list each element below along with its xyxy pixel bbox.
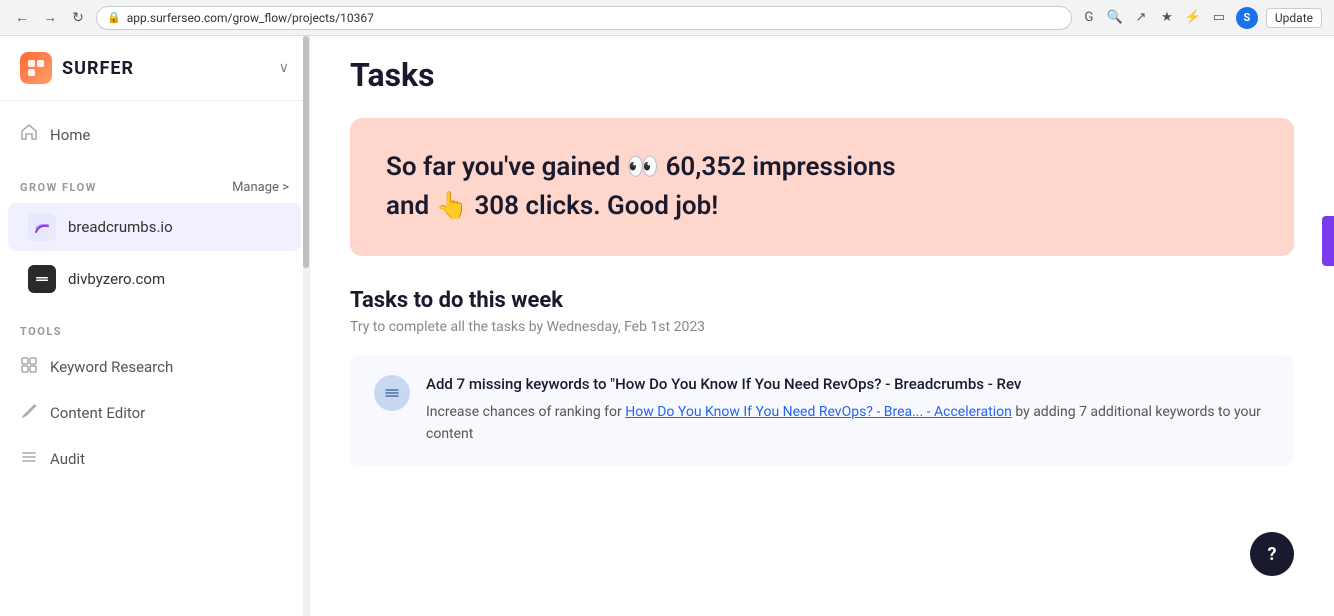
impressions-count: 60,352 impressions <box>666 152 896 182</box>
sidebar-item-keyword-research[interactable]: Keyword Research <box>0 344 309 390</box>
content-editor-label: Content Editor <box>50 404 145 422</box>
sidebar-item-home[interactable]: Home <box>0 113 309 156</box>
extension-icon[interactable]: ⚡ <box>1184 9 1202 27</box>
task-link[interactable]: How Do You Know If You Need RevOps? - Br… <box>625 404 1012 420</box>
sidebar-item-audit[interactable]: Audit <box>0 436 309 482</box>
impressions-text: So far you've gained 👀 60,352 impression… <box>386 148 1258 226</box>
reload-button[interactable]: ↻ <box>68 8 88 28</box>
tasks-subtitle: Try to complete all the tasks by Wednesd… <box>350 319 1294 335</box>
sidebar: SURFER ∨ Home GROW FLOW Manage > <box>0 36 310 616</box>
clicks-count: 308 clicks. Good job! <box>474 191 718 221</box>
tools-section: TOOLS Keyword Research <box>0 305 309 482</box>
impressions-banner: So far you've gained 👀 60,352 impression… <box>350 118 1294 256</box>
back-button[interactable]: ← <box>12 8 32 28</box>
manage-link[interactable]: Manage > <box>232 180 289 195</box>
tasks-section-title: Tasks to do this week <box>350 288 1294 313</box>
home-label: Home <box>50 126 90 144</box>
task-desc-prefix: Increase chances of ranking for <box>426 404 625 420</box>
page-title: Tasks <box>350 56 1294 94</box>
google-icon[interactable]: G <box>1080 9 1098 27</box>
breadcrumbs-avatar <box>28 213 56 241</box>
layout-icon[interactable]: ▭ <box>1210 9 1228 27</box>
grow-flow-item-divbyzero[interactable]: divbyzero.com <box>8 255 301 303</box>
address-bar[interactable]: 🔒 app.surferseo.com/grow_flow/projects/1… <box>96 6 1072 30</box>
breadcrumbs-label: breadcrumbs.io <box>68 218 173 236</box>
impressions-text-part2: and <box>386 191 429 221</box>
hand-emoji: 👆 <box>436 191 468 221</box>
side-action-button[interactable] <box>1322 216 1334 266</box>
task-description: Increase chances of ranking for How Do Y… <box>426 401 1270 446</box>
grow-flow-label: GROW FLOW <box>20 181 97 194</box>
help-button[interactable]: ? <box>1250 532 1294 576</box>
surfer-logo-icon <box>20 52 52 84</box>
forward-button[interactable]: → <box>40 8 60 28</box>
divbyzero-label: divbyzero.com <box>68 270 165 288</box>
bookmark-icon[interactable]: ★ <box>1158 9 1176 27</box>
search-icon[interactable]: 🔍 <box>1106 9 1124 27</box>
impressions-text-part1: So far you've gained <box>386 152 620 182</box>
divbyzero-avatar <box>28 265 56 293</box>
user-avatar[interactable]: S <box>1236 7 1258 29</box>
logo-area: SURFER <box>20 52 134 84</box>
content-editor-icon <box>20 402 38 424</box>
manage-arrow-icon: > <box>282 180 289 195</box>
home-icon <box>20 123 38 146</box>
scrollbar-track <box>303 36 309 616</box>
update-button[interactable]: Update <box>1266 8 1322 28</box>
task-row: Add 7 missing keywords to "How Do You Kn… <box>374 375 1270 446</box>
app-layout: SURFER ∨ Home GROW FLOW Manage > <box>0 36 1334 616</box>
audit-icon <box>20 448 38 470</box>
keyword-research-icon <box>20 356 38 378</box>
tools-section-header: TOOLS <box>0 313 309 344</box>
audit-label: Audit <box>50 450 85 468</box>
lock-icon: 🔒 <box>107 11 121 24</box>
chevron-down-icon[interactable]: ∨ <box>279 60 289 76</box>
url-text: app.surferseo.com/grow_flow/projects/103… <box>127 11 374 25</box>
grow-flow-section-header: GROW FLOW Manage > <box>0 168 309 201</box>
sidebar-header: SURFER ∨ <box>0 36 309 101</box>
sidebar-nav: Home <box>0 101 309 168</box>
main-content: Tasks So far you've gained 👀 60,352 impr… <box>310 36 1334 616</box>
task-icon <box>374 375 410 411</box>
logo-text: SURFER <box>62 58 134 79</box>
tasks-section: Tasks to do this week Try to complete al… <box>350 288 1294 466</box>
share-icon[interactable]: ↗ <box>1132 9 1150 27</box>
sidebar-item-content-editor[interactable]: Content Editor <box>0 390 309 436</box>
tools-label: TOOLS <box>20 325 62 338</box>
grow-flow-item-breadcrumbs[interactable]: breadcrumbs.io <box>8 203 301 251</box>
browser-bar: ← → ↻ 🔒 app.surferseo.com/grow_flow/proj… <box>0 0 1334 36</box>
scrollbar-thumb[interactable] <box>303 36 309 268</box>
keyword-research-label: Keyword Research <box>50 358 173 376</box>
task-content: Add 7 missing keywords to "How Do You Kn… <box>426 375 1270 446</box>
task-card: Add 7 missing keywords to "How Do You Kn… <box>350 355 1294 466</box>
eyes-emoji: 👀 <box>627 152 666 182</box>
task-main-text: Add 7 missing keywords to "How Do You Kn… <box>426 375 1270 393</box>
browser-right-icons: G 🔍 ↗ ★ ⚡ ▭ S Update <box>1080 7 1322 29</box>
